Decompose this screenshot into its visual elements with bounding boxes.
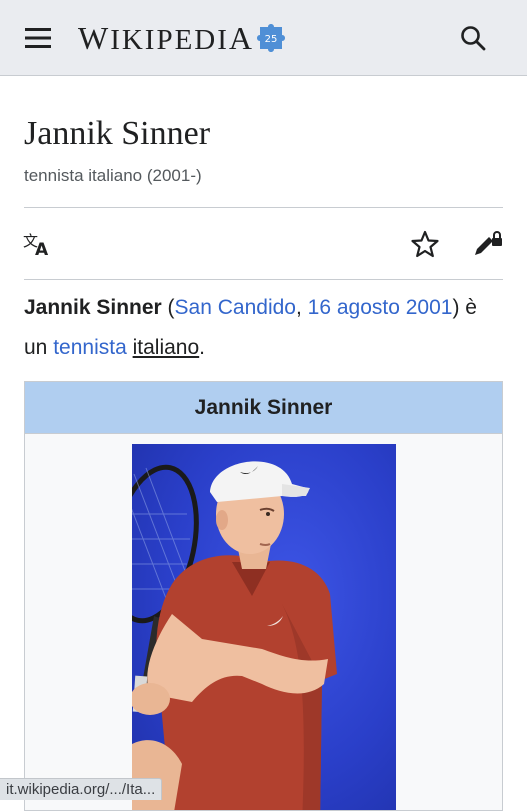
search-button[interactable] [451,18,495,58]
svg-text:25: 25 [265,34,278,45]
edit-protected-button[interactable] [470,226,506,262]
birthplace-link[interactable]: San Candido [175,296,296,319]
language-icon: 文 A [23,232,49,256]
profession-link[interactable]: tennista [53,336,127,359]
top-header-bar: WIKIPEDIA 25 [0,0,527,76]
page-short-description: tennista italiano (2001-) [24,166,202,185]
infobox-photo[interactable] [132,444,396,810]
birthyear-link[interactable]: 2001 [406,296,453,319]
infobox: Jannik Sinner [24,381,503,811]
lead-paragraph: Jannik Sinner (San Candido, 16 agosto 20… [24,288,503,368]
svg-text:A: A [35,240,49,256]
lead-text: , [295,296,308,319]
wikipedia-25-puzzle-icon: 25 [257,24,286,52]
lead-text: . [199,336,206,359]
star-icon [411,230,439,258]
lead-subject-name: Jannik Sinner [24,296,162,319]
wikipedia-logo-link[interactable]: WIKIPEDIA 25 [78,18,290,58]
hamburger-menu-icon [25,28,51,48]
tennis-player-illustration [132,461,337,810]
hamburger-menu-button[interactable] [16,18,60,58]
infobox-title: Jannik Sinner [25,382,502,434]
actions-divider [24,279,503,280]
page-title: Jannik Sinner [24,115,211,152]
birthdate-link[interactable]: 16 agosto [308,296,400,319]
language-button[interactable]: 文 A [20,226,56,262]
watch-star-button[interactable] [407,226,443,262]
title-divider [24,207,503,208]
lead-text: ( [161,296,175,319]
search-icon [461,26,486,51]
link-url-statusbar: it.wikipedia.org/.../Ita... [0,778,163,800]
nationality-link[interactable]: italiano [133,336,200,359]
wikipedia-wordmark: WIKIPEDIA [78,19,255,56]
edit-locked-icon [475,231,502,255]
